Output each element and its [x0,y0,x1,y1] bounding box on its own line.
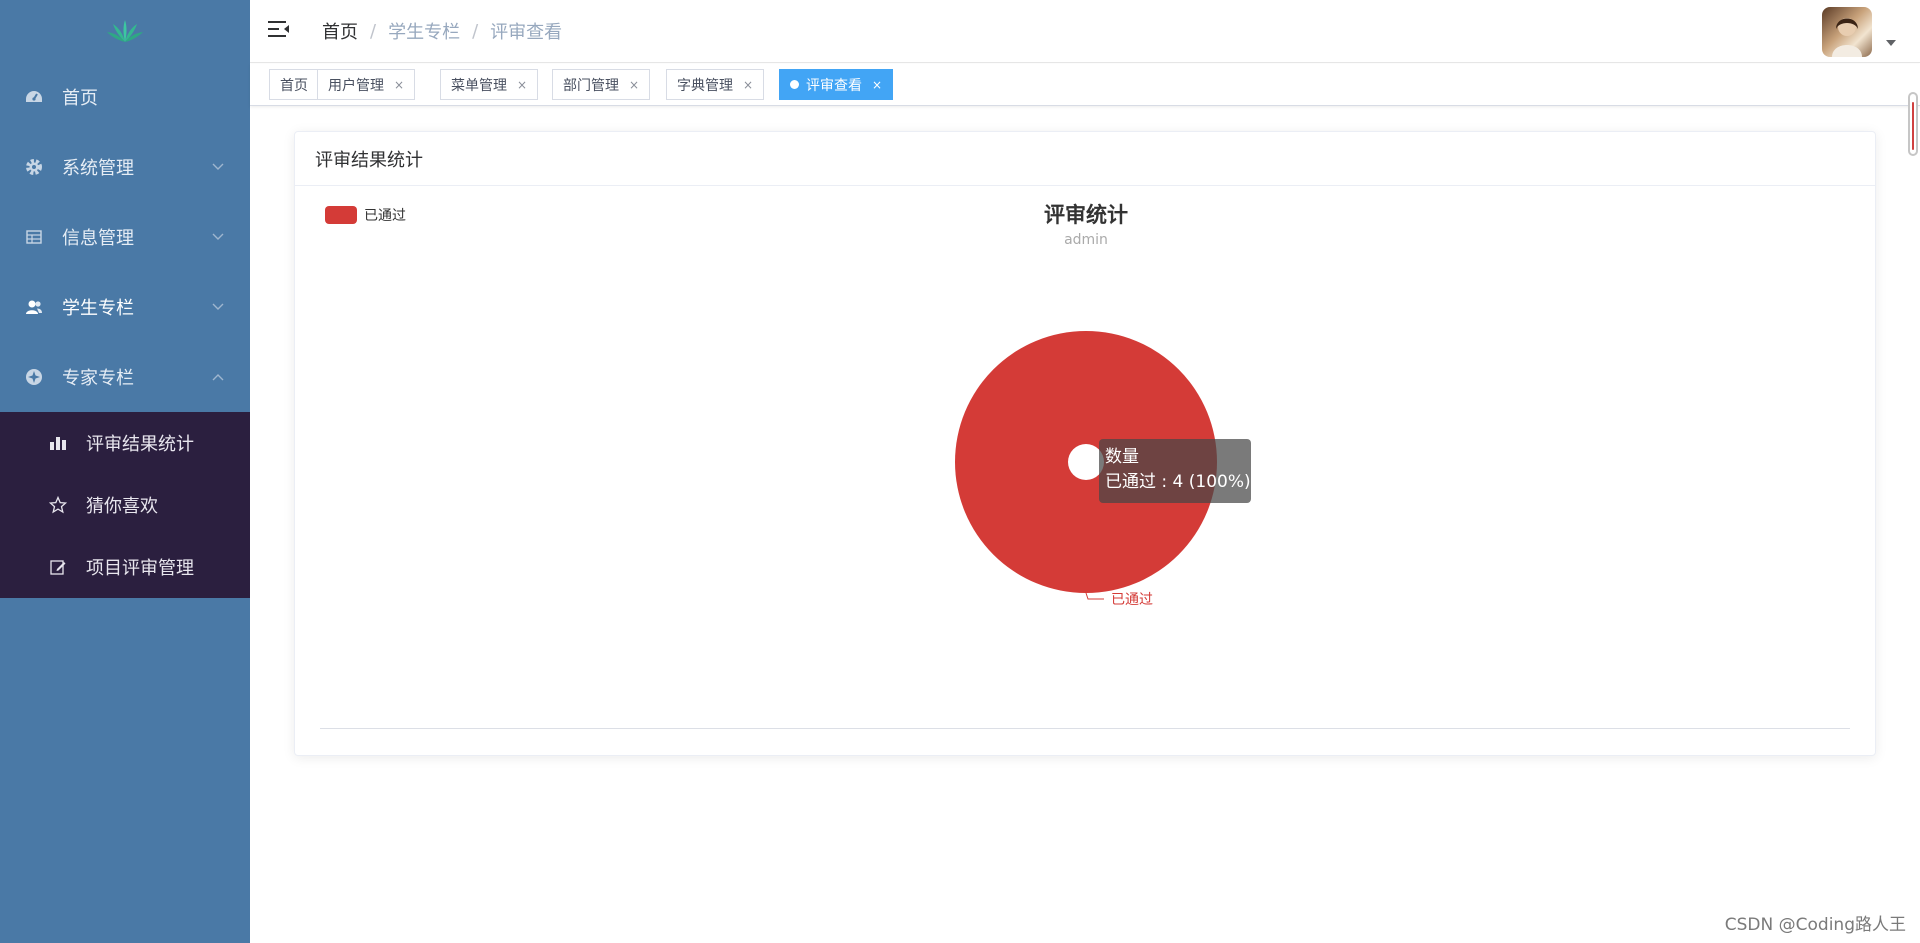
scrollbar-thumb[interactable] [1912,102,1914,150]
breadcrumb-item-home[interactable]: 首页 [322,18,358,44]
sidebar-item-home[interactable]: 首页 [0,62,250,132]
sidebar-item-label: 信息管理 [62,228,134,249]
tag-dept-management[interactable]: 部门管理 × [552,69,651,100]
close-icon[interactable]: × [872,78,882,92]
top-navbar: 首页 / 学生专栏 / 评审查看 [250,0,1920,63]
tag-menu-management[interactable]: 菜单管理 × [440,69,539,100]
table-icon [24,227,44,247]
sidebar-item-system[interactable]: 系统管理 [0,132,250,202]
logo[interactable] [0,0,250,62]
chevron-down-icon [212,161,224,173]
submenu-item-guess-you-like[interactable]: 猜你喜欢 [0,474,250,536]
tooltip-title: 数量 [1105,447,1139,467]
legend-label: 已通过 [364,208,406,224]
sidebar-item-expert[interactable]: 专家专栏 [0,342,250,412]
submenu-item-label: 项目评审管理 [86,558,194,579]
hamburger-menu-icon[interactable] [268,20,290,42]
expert-submenu: 评审结果统计 猜你喜欢 项目评审管理 [0,412,250,598]
tag-label: 字典管理 [677,77,733,94]
lotus-logo-icon [107,20,143,42]
tooltip-value: 已通过 : 4 (100%) [1105,472,1251,492]
tag-home[interactable]: 首页 [269,69,319,100]
breadcrumb: 首页 / 学生专栏 / 评审查看 [322,18,562,44]
tag-review-view[interactable]: 评审查看 × [779,69,894,100]
gear-icon [24,157,44,177]
pie-chart-svg: 评审统计admin已通过已通过数量已通过 : 4 (100%) [325,203,1251,608]
tag-label: 部门管理 [563,77,619,94]
breadcrumb-separator: / [370,20,377,42]
bar-chart-icon [48,433,68,453]
breadcrumb-item-student: 学生专栏 [388,22,461,43]
submenu-item-project-review[interactable]: 项目评审管理 [0,536,250,598]
close-icon[interactable]: × [517,78,527,92]
edit-icon [48,557,68,577]
chevron-down-icon [212,301,224,313]
slice-label: 已通过 [1111,592,1153,608]
submenu-item-review-stats[interactable]: 评审结果统计 [0,412,250,474]
tag-dict-management[interactable]: 字典管理 × [666,69,765,100]
breadcrumb-item-current: 评审查看 [490,22,563,43]
avatar[interactable] [1822,7,1872,57]
close-icon[interactable]: × [629,78,639,92]
star-icon [48,495,68,515]
tags-view: 首页 用户管理 × 菜单管理 × 部门管理 × 字典管理 × 评审查看 × [250,64,1920,106]
tag-label: 首页 [280,77,308,94]
compass-icon [24,367,44,387]
chart-title: 评审统计 [1044,203,1128,227]
review-stats-card: 评审结果统计 评审统计 admin 已通过 已通过 数量 已通过 : 4 (100%) [294,131,1876,756]
tag-label: 菜单管理 [451,77,507,94]
sidebar-item-student[interactable]: 学生专栏 [0,272,250,342]
close-icon[interactable]: × [743,78,753,92]
submenu-item-label: 猜你喜欢 [86,496,158,517]
sidebar-item-label: 专家专栏 [62,368,134,389]
sidebar-item-label: 学生专栏 [62,298,134,319]
card-divider [320,728,1850,729]
sidebar-item-label: 系统管理 [62,158,134,179]
scrollbar[interactable] [1908,92,1918,156]
chevron-up-icon [212,371,224,383]
dashboard-icon [24,87,44,107]
breadcrumb-separator: / [472,20,479,42]
sidebar-item-info[interactable]: 信息管理 [0,202,250,272]
active-dot-icon [790,80,799,89]
tag-user-management[interactable]: 用户管理 × [317,69,416,100]
close-icon[interactable]: × [394,78,404,92]
watermark: CSDN @Coding路人王 [1724,915,1906,935]
chart-subtitle: admin [1064,232,1108,248]
chevron-down-icon [212,231,224,243]
tag-label: 用户管理 [328,77,384,94]
card-title: 评审结果统计 [295,132,1875,186]
user-group-icon [24,297,44,317]
caret-down-icon[interactable] [1886,40,1896,46]
pie-chart: 评审统计 admin 已通过 已通过 数量 已通过 : 4 (100%) [295,187,1875,717]
hover-point-marker [1068,444,1104,480]
sidebar: 首页 系统管理 信息管理 学生专栏 专家专栏 评审结果统计 猜你喜欢 项目评审管… [0,0,250,943]
submenu-item-label: 评审结果统计 [86,434,194,455]
sidebar-item-label: 首页 [62,88,98,109]
slice-label-line [1085,592,1104,600]
legend-swatch [325,206,357,224]
tag-label: 评审查看 [806,77,862,94]
